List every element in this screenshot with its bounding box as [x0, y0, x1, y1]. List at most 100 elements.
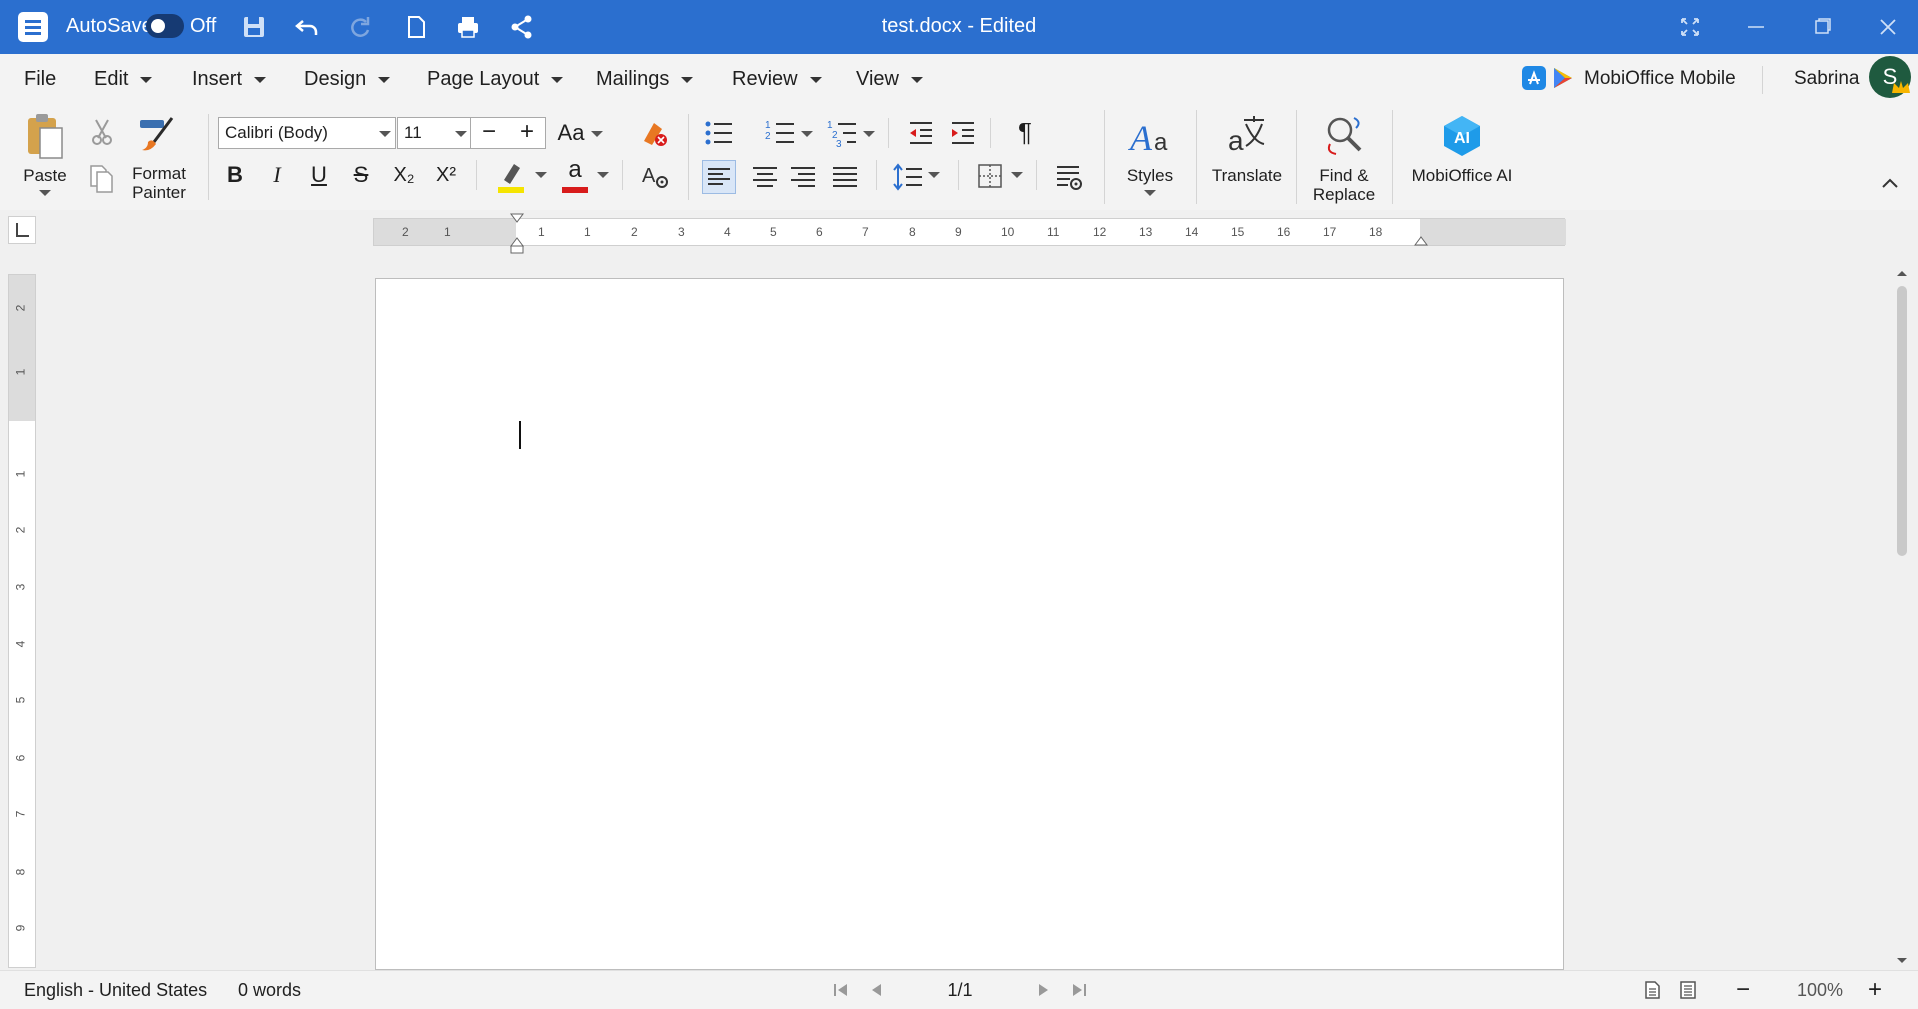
autosave-toggle[interactable] [146, 14, 184, 38]
menu-file[interactable]: File [24, 54, 56, 104]
menu-design[interactable]: Design [304, 54, 391, 104]
print-icon[interactable] [454, 13, 482, 41]
styles-label[interactable]: Styles [1110, 166, 1190, 185]
decrease-indent-icon[interactable] [906, 118, 936, 148]
paste-dropdown[interactable] [39, 190, 51, 196]
zoom-in-button[interactable]: + [1868, 971, 1882, 1009]
close-icon[interactable] [1874, 13, 1902, 41]
menu-insert[interactable]: Insert [192, 54, 267, 104]
play-store-icon[interactable] [1552, 66, 1574, 90]
cut-icon[interactable] [90, 118, 114, 146]
increase-indent-icon[interactable] [948, 118, 978, 148]
web-layout-icon[interactable] [1678, 980, 1698, 1000]
italic-button[interactable]: I [262, 159, 292, 191]
format-painter-label[interactable]: Format Painter [120, 164, 198, 202]
font-size-stepper[interactable]: − + [470, 117, 546, 149]
scrollbar-thumb[interactable] [1897, 286, 1907, 556]
styles-dropdown[interactable] [1144, 190, 1156, 196]
zoom-out-button[interactable]: − [1736, 971, 1750, 1009]
horizontal-ruler[interactable]: 2 1 1 1 2 3 4 5 6 7 8 9 10 11 12 13 14 15 16 17 18 [373, 218, 1566, 246]
paste-label[interactable]: Paste [14, 166, 76, 185]
right-indent-marker[interactable] [1414, 234, 1428, 246]
paragraph-settings-icon[interactable] [1054, 162, 1084, 192]
previous-page-icon[interactable] [868, 981, 886, 999]
numbered-list-dropdown[interactable] [801, 131, 813, 137]
tab-stop-selector[interactable] [8, 216, 36, 244]
font-name-select[interactable]: Calibri (Body) [218, 117, 396, 149]
mobioffice-ai-icon[interactable]: AI [1440, 114, 1484, 158]
first-page-icon[interactable] [832, 981, 850, 999]
multilevel-list-dropdown[interactable] [863, 131, 875, 137]
vertical-ruler[interactable]: 2 1 1 2 3 4 5 6 7 8 9 [8, 274, 36, 968]
paste-icon[interactable] [24, 112, 66, 162]
format-painter-icon[interactable] [138, 114, 178, 154]
zoom-level[interactable]: 100% [1788, 971, 1852, 1009]
undo-icon[interactable] [293, 13, 321, 41]
align-left-button[interactable] [702, 160, 736, 194]
numbered-list-icon[interactable]: 12 [764, 118, 798, 148]
multilevel-list-icon[interactable]: 123 [826, 118, 860, 148]
borders-icon[interactable] [976, 162, 1004, 190]
translate-icon[interactable]: a [1226, 114, 1268, 158]
font-settings-icon[interactable]: A [640, 160, 672, 192]
show-formatting-marks-button[interactable]: ¶ [1010, 116, 1040, 148]
hamburger-menu-icon[interactable] [18, 12, 48, 42]
subscript-button[interactable]: X₂ [386, 159, 422, 191]
menu-review[interactable]: Review [732, 54, 822, 104]
share-icon[interactable] [508, 13, 536, 41]
copy-icon[interactable] [88, 162, 116, 194]
borders-dropdown[interactable] [1011, 172, 1023, 178]
bold-button[interactable]: B [220, 159, 250, 191]
bullet-list-icon[interactable] [702, 118, 736, 148]
find-replace-label[interactable]: Find & Replace [1300, 166, 1388, 204]
font-color-icon[interactable]: a [560, 156, 590, 194]
ruler-number: 9 [13, 924, 28, 932]
ruler-number: 1 [13, 470, 28, 478]
fullscreen-icon[interactable] [1676, 13, 1704, 41]
indent-marker[interactable] [510, 212, 524, 254]
menu-view[interactable]: View [856, 54, 923, 104]
app-store-icon[interactable] [1522, 66, 1546, 90]
new-document-icon[interactable] [402, 13, 430, 41]
restore-icon[interactable] [1808, 13, 1836, 41]
save-icon[interactable] [240, 13, 268, 41]
menu-edit[interactable]: Edit [94, 54, 153, 104]
translate-label[interactable]: Translate [1200, 166, 1294, 185]
align-center-button[interactable] [748, 160, 782, 194]
font-size-dropdown[interactable] [455, 131, 467, 137]
highlight-icon[interactable] [496, 160, 526, 194]
change-case-button[interactable]: Aa [554, 117, 588, 149]
strikethrough-button[interactable]: S [346, 159, 376, 191]
last-page-icon[interactable] [1070, 981, 1088, 999]
decrease-font-size-button[interactable]: − [471, 117, 507, 147]
menu-mailings[interactable]: Mailings [596, 54, 694, 104]
superscript-button[interactable]: X² [428, 159, 464, 191]
styles-icon[interactable]: Aa [1126, 114, 1174, 158]
change-case-dropdown[interactable] [591, 131, 603, 137]
vertical-scrollbar[interactable] [1894, 266, 1910, 970]
next-page-icon[interactable] [1034, 981, 1052, 999]
language-indicator[interactable]: English - United States [24, 971, 207, 1009]
minimize-icon[interactable] [1742, 13, 1770, 41]
mobioffice-ai-label[interactable]: MobiOffice AI [1400, 166, 1524, 185]
justify-button[interactable] [828, 160, 862, 194]
mobioffice-mobile-link[interactable]: MobiOffice Mobile [1584, 54, 1736, 104]
font-color-dropdown[interactable] [597, 172, 609, 178]
line-spacing-icon[interactable] [892, 160, 924, 194]
line-spacing-dropdown[interactable] [928, 172, 940, 178]
ruler-number: 8 [13, 868, 28, 876]
increase-font-size-button[interactable]: + [509, 117, 545, 147]
find-replace-icon[interactable] [1322, 114, 1366, 158]
word-count[interactable]: 0 words [238, 971, 301, 1009]
print-layout-icon[interactable] [1642, 980, 1662, 1000]
align-right-button[interactable] [786, 160, 820, 194]
user-name[interactable]: Sabrina [1794, 54, 1860, 104]
document-page[interactable] [375, 278, 1564, 970]
collapse-ribbon-icon[interactable] [1880, 176, 1900, 190]
highlight-dropdown[interactable] [535, 172, 547, 178]
font-name-dropdown[interactable] [379, 131, 391, 137]
page-indicator[interactable]: 1/1 [920, 971, 1000, 1009]
underline-button[interactable]: U [304, 159, 334, 191]
clear-formatting-icon[interactable] [638, 117, 670, 149]
menu-page-layout[interactable]: Page Layout [427, 54, 564, 104]
